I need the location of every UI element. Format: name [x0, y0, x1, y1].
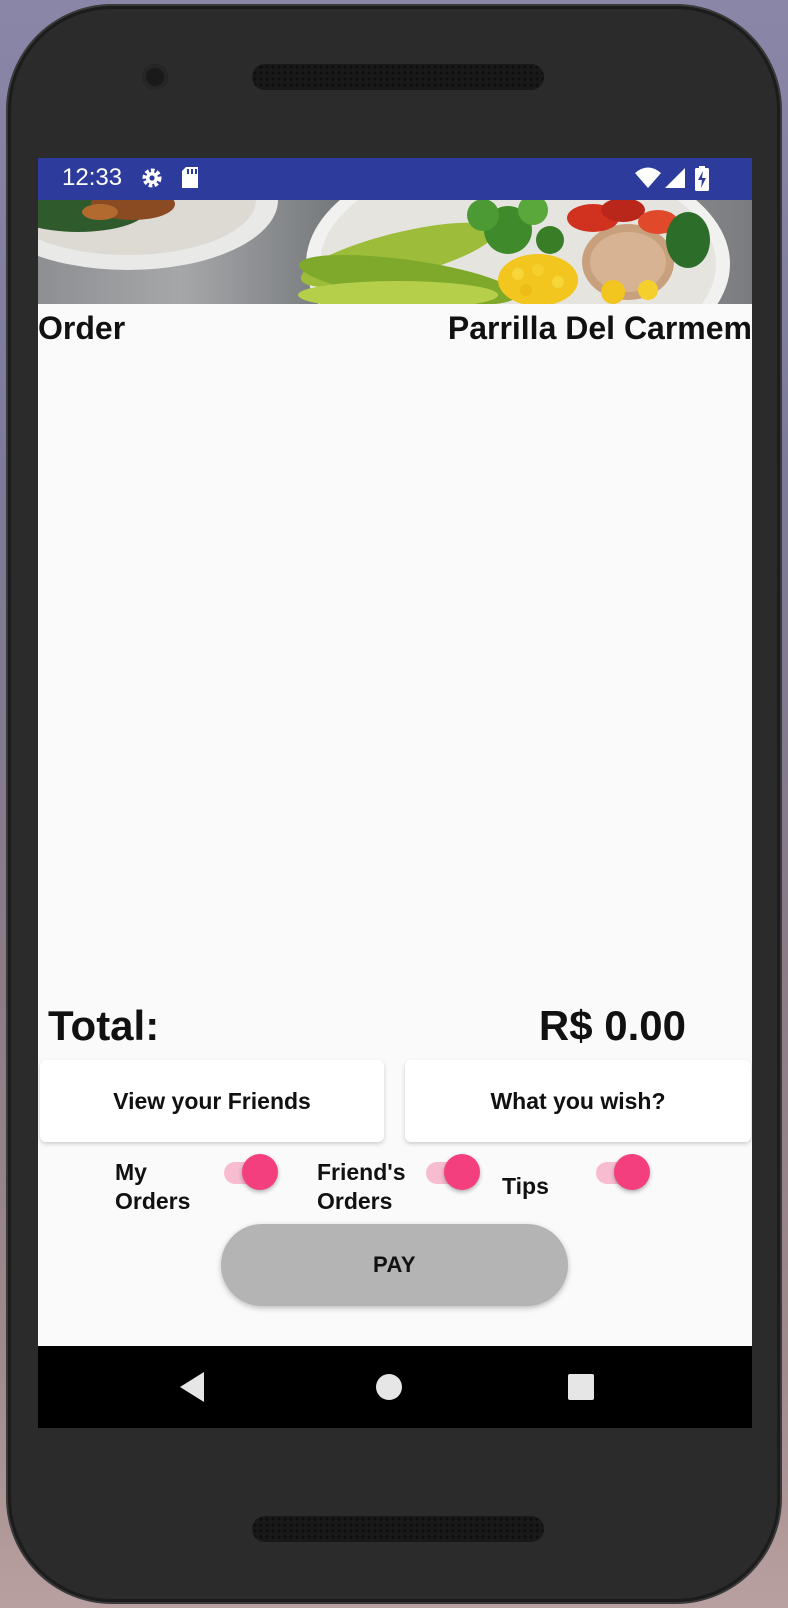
navigation-bar: [38, 1346, 752, 1428]
status-bar: 12:33: [38, 158, 752, 200]
total-value: R$ 0.00: [538, 1002, 686, 1049]
pay-button[interactable]: PAY: [221, 1224, 568, 1306]
what-you-wish-button[interactable]: What you wish?: [405, 1060, 751, 1142]
my-orders-label-line2: Orders: [115, 1188, 191, 1214]
my-orders-label: My Orders: [115, 1158, 190, 1216]
wifi-icon: [634, 166, 662, 194]
status-time: 12:33: [62, 164, 123, 191]
restaurant-banner-image: [38, 200, 752, 304]
view-friends-button[interactable]: View your Friends: [40, 1060, 384, 1142]
home-icon[interactable]: [370, 1368, 408, 1410]
app-screen: 12:33 Order Parrilla Del Carmem Total: R…: [38, 158, 752, 1428]
switch-thumb: [614, 1154, 650, 1190]
page-title: Order: [38, 310, 126, 346]
order-list: [38, 358, 752, 988]
restaurant-name: Parrilla Del Carmem: [447, 310, 752, 346]
friends-orders-label-line2: Orders: [317, 1188, 393, 1214]
recents-icon[interactable]: [562, 1368, 600, 1410]
friends-orders-label: Friend's Orders: [317, 1158, 406, 1216]
switch-thumb: [444, 1154, 480, 1190]
total-label: Total:: [48, 1002, 160, 1049]
my-orders-label-line1: My: [115, 1159, 147, 1185]
gear-icon: [140, 166, 164, 194]
friends-orders-switch[interactable]: [426, 1152, 480, 1192]
back-icon[interactable]: [176, 1368, 210, 1410]
battery-charging-icon: [694, 166, 710, 196]
tips-label: Tips: [502, 1173, 549, 1199]
front-camera: [142, 64, 168, 90]
sd-card-icon: [180, 166, 200, 194]
friends-orders-label-line1: Friend's: [317, 1159, 406, 1185]
bottom-speaker: [252, 1516, 544, 1542]
my-orders-switch[interactable]: [224, 1152, 278, 1192]
switch-thumb: [242, 1154, 278, 1190]
signal-icon: [664, 166, 686, 194]
tips-switch[interactable]: [596, 1152, 650, 1192]
earpiece-speaker: [252, 64, 544, 90]
